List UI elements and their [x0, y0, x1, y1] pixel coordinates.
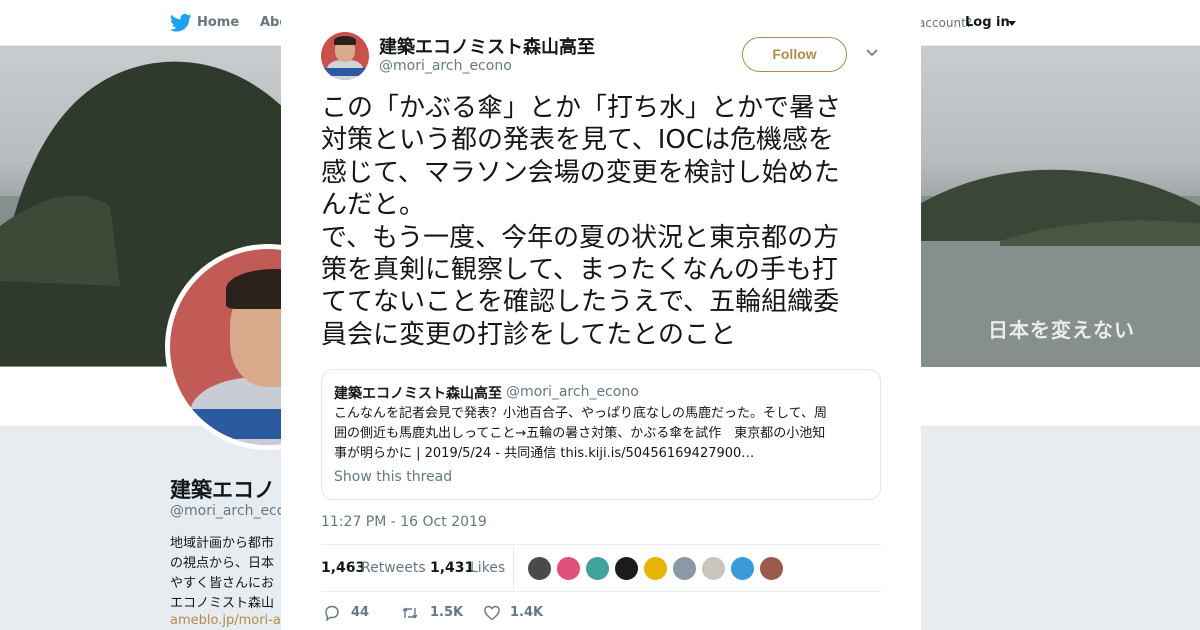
- twitter-bird-icon[interactable]: [170, 13, 192, 33]
- profile-name: 建築エコノ: [170, 478, 275, 502]
- likes-count[interactable]: 1,431: [430, 560, 474, 576]
- follow-button[interactable]: Follow: [742, 37, 847, 72]
- tweet-modal: 建築エコノミスト森山高至 @mori_arch_econo Follow この「…: [281, 0, 921, 630]
- close-icon[interactable]: [1156, 14, 1176, 34]
- retweet-count[interactable]: 1.5K: [430, 605, 463, 620]
- chevron-down-icon[interactable]: [865, 48, 879, 58]
- retweets-count[interactable]: 1,463: [321, 560, 365, 576]
- liker-avatar[interactable]: [643, 556, 668, 581]
- profile-bio-line: やすく皆さんにお: [170, 576, 275, 591]
- like-count[interactable]: 1.4K: [510, 605, 543, 620]
- tweet-text-line: 感じて、マラソン会場の変更を検討し始めた: [321, 157, 840, 188]
- chevron-down-icon[interactable]: [1008, 21, 1016, 26]
- heart-icon[interactable]: [483, 604, 501, 622]
- profile-bio-line: 地域計画から都市: [170, 536, 275, 551]
- liker-avatar[interactable]: [730, 556, 755, 581]
- quoted-text-line: 囲の側近も馬鹿丸出しってこと→五輪の暑さ対策、かぶる傘を試作 東京都の小池知: [334, 426, 826, 441]
- retweet-icon[interactable]: [401, 604, 419, 622]
- liker-avatar[interactable]: [701, 556, 726, 581]
- retweets-label[interactable]: Retweets: [361, 560, 426, 576]
- tweet-text-line: 対策という都の発表を見て、IOCは危機感を: [321, 125, 834, 156]
- liker-avatar[interactable]: [759, 556, 784, 581]
- liker-avatar[interactable]: [614, 556, 639, 581]
- avatar-caption-strip: [321, 68, 369, 76]
- liker-avatar[interactable]: [527, 556, 552, 581]
- tweet-text-line: ててないことを確認したうえで、五輪組織委: [321, 287, 840, 318]
- quoted-text-line: 事が明らかに | 2019/5/24 - 共同通信 this.kiji.is/5…: [334, 446, 755, 461]
- likes-label[interactable]: Likes: [470, 560, 505, 576]
- home-link[interactable]: Home: [197, 15, 239, 30]
- show-thread-link[interactable]: Show this thread: [334, 469, 452, 485]
- tweet-text-line: んだと。: [321, 190, 426, 221]
- author-name[interactable]: 建築エコノミスト森山高至: [379, 33, 595, 59]
- author-handle[interactable]: @mori_arch_econo: [379, 58, 512, 74]
- quoted-tweet-text: こんなんを記者会見で発表？小池百合子、やっぱり底なしの馬鹿だった。そして、周 囲…: [334, 404, 870, 464]
- liker-avatar[interactable]: [556, 556, 581, 581]
- reply-count[interactable]: 44: [351, 605, 369, 620]
- liker-avatar[interactable]: [672, 556, 697, 581]
- reply-icon[interactable]: [323, 604, 341, 622]
- profile-bio-line: エコノミスト森山: [170, 596, 275, 611]
- quoted-text-line: こんなんを記者会見で発表？小池百合子、やっぱり底なしの馬鹿だった。そして、周: [334, 406, 827, 421]
- tweet-text-line: で、もう一度、今年の夏の状況と東京都の方: [321, 222, 840, 253]
- stats-divider: [513, 545, 514, 592]
- tweet-text-line: この「かぶる傘」とか「打ち水」とかで暑さ: [321, 93, 842, 123]
- quoted-author-handle: @mori_arch_econo: [506, 384, 639, 400]
- avatar-hair: [334, 36, 356, 45]
- tweet-stats: 1,463 Retweets 1,431 Likes: [321, 544, 881, 592]
- quoted-author-name: 建築エコノミスト森山高至: [334, 386, 502, 402]
- profile-bio-line: の視点から、日本: [170, 556, 275, 571]
- author-avatar[interactable]: [321, 32, 369, 80]
- login-link[interactable]: Log in: [965, 15, 1010, 30]
- tweet-text-line: 策を真剣に観察して、まったくなんの手も打: [321, 255, 838, 286]
- tweet-actions: 44 1.5K 1.4K: [321, 600, 881, 626]
- tweet-text-line: 員会に変更の打診をしてたとのこと: [321, 319, 736, 350]
- tweet-timestamp[interactable]: 11:27 PM - 16 Oct 2019: [321, 514, 487, 530]
- banner-slogan: 日本を変えない: [988, 318, 1135, 342]
- tweet-text: この「かぶる傘」とか「打ち水」とかで暑さ 対策という都の発表を見て、IOCは危機…: [321, 92, 883, 351]
- profile-handle: @mori_arch_econ: [170, 503, 295, 519]
- quoted-tweet-card[interactable]: 建築エコノミスト森山高至 @mori_arch_econo こんなんを記者会見で…: [321, 369, 881, 500]
- profile-bio: 地域計画から都市 の視点から、日本 やすく皆さんにお エコノミスト森山: [170, 534, 274, 614]
- profile-website-link[interactable]: ameblo.jp/mori-ar: [170, 613, 286, 628]
- liker-avatar[interactable]: [585, 556, 610, 581]
